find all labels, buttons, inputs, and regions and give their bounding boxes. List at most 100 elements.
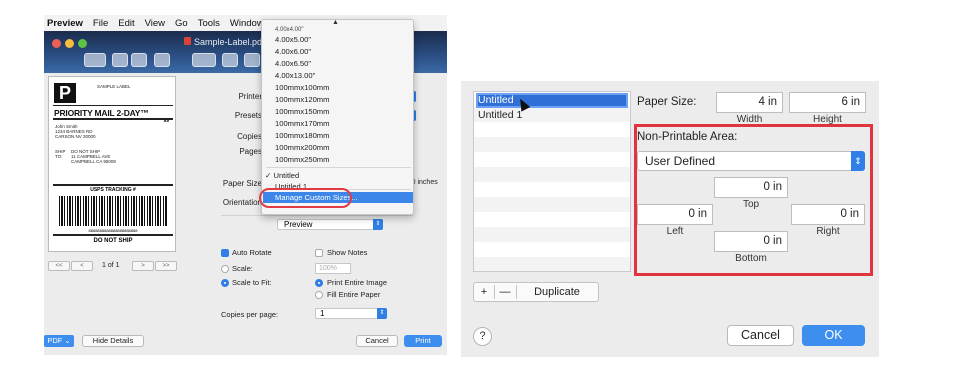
minimize-window-button[interactable] [65, 39, 74, 48]
zoom-window-button[interactable] [78, 39, 87, 48]
first-page-button[interactable]: << [48, 261, 70, 271]
pdf-button-label: PDF [47, 336, 63, 345]
markup-pen-button[interactable] [192, 53, 216, 67]
paper-size-option[interactable]: 100mmx100mm [275, 83, 329, 92]
show-notes-checkbox[interactable] [315, 249, 323, 257]
top-margin-input[interactable]: 0 in [714, 177, 788, 198]
label-divider [53, 118, 173, 120]
hide-details-button[interactable]: Hide Details [82, 335, 144, 347]
non-printable-area-label: Non-Printable Area: [637, 131, 738, 143]
window-title: Sample-Label.pdf ( [194, 37, 271, 47]
non-printable-area-value: User Defined [645, 154, 716, 168]
list-item-untitled[interactable]: Untitled [478, 94, 514, 106]
screenshot-root: Preview File Edit View Go Tools Window S… [0, 0, 961, 380]
share-button[interactable] [154, 53, 170, 67]
scale-to-fit-radio[interactable] [221, 279, 229, 287]
page-navigator: << < 1 of 1 > >> [44, 260, 181, 272]
paper-size-option[interactable]: 100mmx250mm [275, 155, 329, 164]
label-footer: DO NOT SHIP [93, 238, 133, 244]
scroll-up-icon[interactable]: ▲ [332, 19, 339, 26]
height-input[interactable]: 6 in [789, 92, 866, 113]
label-header-text: SAMPLE LABEL [97, 84, 131, 89]
section-divider [221, 215, 413, 216]
chevron-updown-icon: ⇕ [373, 219, 383, 230]
auto-rotate-label: Auto Rotate [232, 248, 272, 257]
copies-label: Copies [237, 132, 262, 141]
paper-size-option[interactable]: 4.00x13.00" [275, 71, 315, 80]
add-size-button[interactable]: + [474, 283, 494, 301]
scale-to-fit-label: Scale to Fit: [232, 278, 272, 287]
paper-size-option[interactable]: 4.00x6.50" [275, 59, 311, 68]
label-divider [53, 184, 173, 186]
zoom-in-button[interactable] [131, 53, 147, 67]
chevron-updown-icon: ⇕ [851, 151, 865, 171]
scale-input[interactable]: 100% [315, 263, 351, 274]
cancel-print-button[interactable]: Cancel [356, 335, 398, 347]
from-line: CARSON NV 30000 [55, 134, 96, 139]
print-entire-image-radio[interactable] [315, 279, 323, 287]
fill-entire-paper-radio[interactable] [315, 291, 323, 299]
menu-app-preview[interactable]: Preview [47, 18, 83, 29]
copies-per-page-select[interactable]: 1 ⇕ [315, 308, 387, 319]
paper-size-option[interactable]: 4.00x4.00" [275, 27, 304, 33]
label-divider [53, 234, 173, 236]
next-page-button[interactable]: > [132, 261, 154, 271]
page-indicator: 1 of 1 [102, 262, 120, 269]
cancel-button[interactable]: Cancel [727, 325, 794, 346]
prev-page-button[interactable]: < [71, 261, 93, 271]
app-options-select[interactable]: Preview ⇕ [277, 219, 383, 230]
custom-size-list[interactable]: Untitled Untitled 1 [473, 91, 631, 272]
label-preview: P SAMPLE LABEL PRIORITY MAIL 2-DAY™ 99 J… [48, 76, 176, 252]
paper-size-option[interactable]: 100mmx200mm [275, 143, 329, 152]
sidebar-toggle-button[interactable] [84, 53, 106, 67]
show-notes-label: Show Notes [327, 248, 368, 257]
scale-radio[interactable] [221, 265, 229, 273]
paper-size-option[interactable]: 100mmx120mm [275, 95, 329, 104]
pages-label: Pages [239, 147, 262, 156]
print-button[interactable]: Print [404, 335, 442, 347]
copies-per-page-value: 1 [320, 309, 325, 318]
last-page-button[interactable]: >> [155, 261, 177, 271]
app-options-value: Preview [284, 220, 313, 229]
right-margin-input[interactable]: 0 in [791, 204, 865, 225]
rotate-button[interactable] [222, 53, 238, 67]
ship-to-prefix: SHIP TO: [55, 149, 66, 159]
copies-per-page-label: Copies per page: [221, 310, 279, 319]
paper-size-option[interactable]: 100mmx180mm [275, 131, 329, 140]
menu-tools[interactable]: Tools [198, 18, 220, 29]
custom-paper-sizes-dialog: Untitled Untitled 1 + — Duplicate Paper … [461, 81, 879, 357]
remove-size-button[interactable]: — [495, 283, 515, 301]
auto-rotate-checkbox[interactable] [221, 249, 229, 257]
help-button[interactable]: ? [473, 327, 492, 346]
scale-label: Scale: [232, 264, 253, 273]
pdf-menu-button[interactable]: PDF ⌄ [44, 335, 74, 347]
annotation-circle [259, 188, 352, 208]
printer-label: Printer [238, 92, 262, 101]
custom-size-untitled[interactable]: ✓ Untitled [265, 171, 299, 180]
annotate-button[interactable] [244, 53, 260, 67]
paper-size-label: Paper Size: [637, 96, 697, 108]
bottom-margin-input[interactable]: 0 in [714, 231, 788, 252]
list-item-untitled-1[interactable]: Untitled 1 [478, 109, 522, 121]
print-dialog-window: Preview File Edit View Go Tools Window S… [44, 15, 447, 355]
non-printable-area-select[interactable]: User Defined ⇕ [637, 151, 865, 171]
list-controls: + — Duplicate [473, 282, 599, 302]
tracking-number: 8888888888888888888888 [88, 228, 138, 233]
menu-view[interactable]: View [145, 18, 165, 29]
left-margin-input[interactable]: 0 in [637, 204, 713, 225]
menu-window[interactable]: Window [230, 18, 264, 29]
paper-size-option[interactable]: 100mmx150mm [275, 107, 329, 116]
close-window-button[interactable] [52, 39, 61, 48]
left-margin-label: Left [666, 226, 684, 237]
width-input[interactable]: 4 in [716, 92, 783, 113]
chevron-updown-icon: ⇕ [377, 308, 387, 319]
menu-go[interactable]: Go [175, 18, 188, 29]
zoom-out-button[interactable] [112, 53, 128, 67]
paper-size-option[interactable]: 100mmx170mm [275, 119, 329, 128]
menu-edit[interactable]: Edit [118, 18, 134, 29]
menu-file[interactable]: File [93, 18, 108, 29]
ok-button[interactable]: OK [802, 325, 865, 346]
paper-size-option[interactable]: 4.00x5.00" [275, 35, 311, 44]
paper-size-option[interactable]: 4.00x6.00" [275, 47, 311, 56]
duplicate-button[interactable]: Duplicate [517, 283, 597, 301]
